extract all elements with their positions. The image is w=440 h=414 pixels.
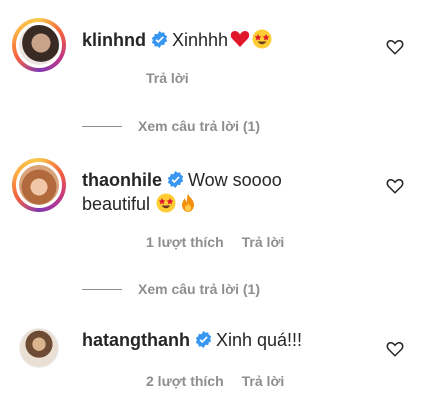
- heart-outline-icon[interactable]: [386, 340, 404, 358]
- view-replies-button[interactable]: Xem câu trả lời (1): [82, 118, 260, 134]
- heart-outline-icon[interactable]: [386, 177, 404, 195]
- verified-badge-icon: [195, 331, 212, 348]
- avatar[interactable]: [12, 321, 66, 375]
- comment-meta: Trả lời: [146, 70, 207, 86]
- view-replies-label: Xem câu trả lời (1): [138, 118, 260, 134]
- view-replies-label: Xem câu trả lời (1): [138, 281, 260, 297]
- comment-text-line1: Wow soooo: [188, 170, 282, 190]
- star-struck-emoji: [156, 193, 176, 213]
- fire-emoji: [182, 194, 195, 212]
- avatar-photo: [16, 162, 62, 208]
- avatar-photo: [19, 328, 59, 368]
- comment-text: Xinh quá!!!: [216, 330, 303, 350]
- star-struck-emoji: [252, 29, 272, 49]
- view-replies-button[interactable]: Xem câu trả lời (1): [82, 281, 260, 297]
- red-heart-emoji: [230, 31, 250, 47]
- comment-meta: 2 lượt thích Trả lời: [146, 373, 302, 389]
- avatar[interactable]: [12, 158, 66, 212]
- heart-outline-icon[interactable]: [386, 38, 404, 56]
- verified-badge-icon: [167, 171, 184, 188]
- comment-text: Xinhhh: [172, 30, 229, 50]
- likes-count[interactable]: 1 lượt thích: [146, 234, 224, 250]
- reply-button[interactable]: Trả lời: [146, 70, 189, 86]
- username[interactable]: hatangthanh: [82, 330, 190, 350]
- comment-text-line2: beautiful: [82, 194, 151, 214]
- reply-button[interactable]: Trả lời: [242, 373, 285, 389]
- avatar[interactable]: [12, 18, 66, 72]
- divider-line: [82, 125, 122, 127]
- avatar-photo: [16, 22, 62, 68]
- username[interactable]: thaonhile: [82, 170, 162, 190]
- likes-count[interactable]: 2 lượt thích: [146, 373, 224, 389]
- divider-line: [82, 288, 122, 290]
- verified-badge-icon: [151, 31, 168, 48]
- reply-button[interactable]: Trả lời: [242, 234, 285, 250]
- username[interactable]: klinhnd: [82, 30, 146, 50]
- comment-meta: 1 lượt thích Trả lời: [146, 234, 302, 250]
